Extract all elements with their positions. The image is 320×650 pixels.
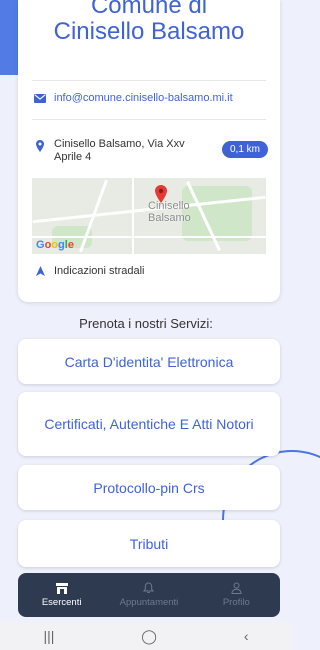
divider bbox=[32, 80, 266, 81]
navigation-arrow-icon bbox=[36, 266, 45, 276]
location-pin-icon bbox=[36, 140, 44, 152]
email-row[interactable]: info@comune.cinisello-balsamo.mi.it bbox=[34, 92, 233, 104]
back-button[interactable]: ‹ bbox=[244, 628, 249, 644]
municipality-card: Comune di Cinisello Balsamo info@comune.… bbox=[18, 0, 280, 302]
distance-badge: 0,1 km bbox=[221, 141, 268, 158]
service-button-certificati[interactable]: Certificati, Autentiche E Atti Notori bbox=[18, 392, 280, 456]
bell-icon bbox=[143, 582, 155, 593]
tab-label: Profilo bbox=[222, 597, 250, 608]
store-icon bbox=[55, 582, 68, 594]
status-bar: 16:59 ✉ ▣ N • ◂ᵢ ≋ .ıl ▮ bbox=[0, 0, 292, 34]
directions-link[interactable]: Indicazioni stradali bbox=[36, 265, 145, 277]
bottom-tab-bar: Esercenti Appuntamenti Profilo bbox=[18, 573, 280, 617]
address-text: Cinisello Balsamo, Via Xxv Aprile 4 bbox=[54, 138, 185, 163]
service-button-tributi[interactable]: Tributi bbox=[18, 520, 280, 567]
system-navigation-bar: ||| ◯ ‹ bbox=[0, 622, 292, 650]
notification-icons: ✉ ▣ N • bbox=[46, 11, 80, 22]
tab-appuntamenti[interactable]: Appuntamenti bbox=[109, 582, 189, 608]
service-button-carta-identita[interactable]: Carta D'identita' Elettronica bbox=[18, 339, 280, 384]
map-town-label: Cinisello Balsamo bbox=[148, 200, 191, 224]
tab-label: Appuntamenti bbox=[119, 597, 179, 608]
tab-label: Esercenti bbox=[41, 596, 82, 608]
user-icon bbox=[231, 582, 242, 594]
system-icons: ◂ᵢ ≋ .ıl ▮ bbox=[245, 11, 278, 22]
map-marker-icon bbox=[155, 185, 167, 203]
recents-button[interactable]: ||| bbox=[43, 628, 54, 644]
directions-label: Indicazioni stradali bbox=[54, 265, 145, 277]
map-view[interactable]: Cinisello Balsamo Google bbox=[32, 178, 266, 254]
services-heading: Prenota i nostri Servizi: bbox=[79, 316, 213, 331]
status-time: 16:59 bbox=[20, 12, 43, 22]
google-logo: Google bbox=[36, 239, 74, 251]
tab-profilo[interactable]: Profilo bbox=[196, 582, 276, 608]
tab-esercenti[interactable]: Esercenti bbox=[22, 582, 102, 608]
email-link[interactable]: info@comune.cinisello-balsamo.mi.it bbox=[54, 92, 233, 104]
mail-icon bbox=[34, 93, 46, 103]
home-button[interactable]: ◯ bbox=[141, 628, 157, 645]
service-button-protocollo[interactable]: Protocollo-pin Crs bbox=[18, 465, 280, 510]
divider bbox=[32, 119, 266, 120]
